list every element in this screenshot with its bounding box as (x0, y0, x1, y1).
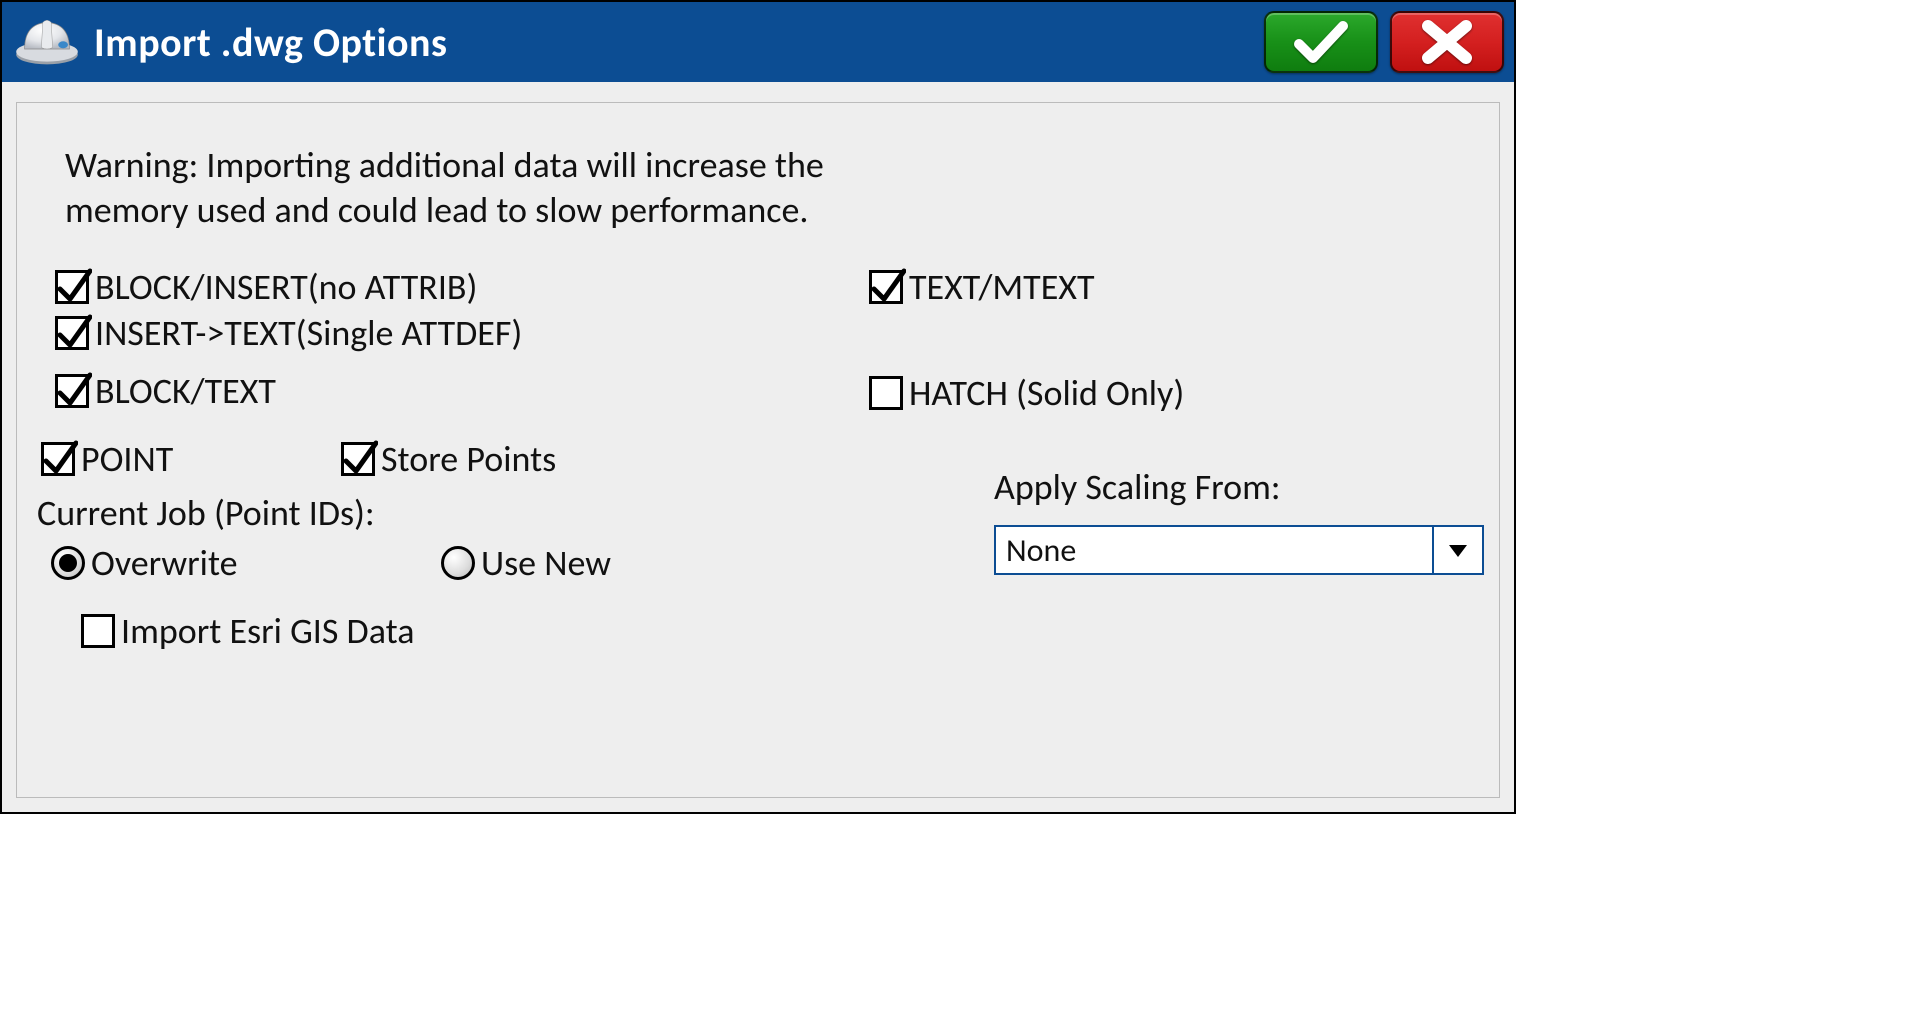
close-icon (1422, 20, 1472, 64)
checkbox-label: INSERT->TEXT(Single ATTDEF) (95, 311, 522, 355)
warning-text: Warning: Importing additional data will … (65, 143, 845, 233)
title-bar: Import .dwg Options (2, 2, 1514, 82)
checkbox-label: Store Points (381, 437, 556, 481)
radio-use-new[interactable]: Use New (441, 541, 611, 585)
ok-button[interactable] (1264, 11, 1378, 73)
checkbox-box (55, 270, 89, 304)
checkbox-label: BLOCK/INSERT(no ATTRIB) (95, 265, 477, 309)
checkbox-label: POINT (81, 437, 173, 481)
checkbox-hatch-solid-only[interactable]: HATCH (Solid Only) (869, 371, 1479, 415)
checkbox-block-text[interactable]: BLOCK/TEXT (55, 369, 859, 413)
checkbox-insert-text-single-attdef[interactable]: INSERT->TEXT(Single ATTDEF) (55, 311, 859, 355)
checkbox-box (869, 376, 903, 410)
radio-label: Use New (481, 541, 611, 585)
checkbox-import-esri-gis[interactable]: Import Esri GIS Data (81, 609, 859, 653)
checkbox-box (341, 442, 375, 476)
checkmark-icon (1293, 20, 1349, 64)
checkbox-box (41, 442, 75, 476)
checkbox-block-insert-no-attrib[interactable]: BLOCK/INSERT(no ATTRIB) (55, 265, 859, 309)
checkbox-point[interactable]: POINT (41, 437, 341, 481)
options-panel: Warning: Importing additional data will … (16, 102, 1500, 798)
radio-circle (441, 546, 475, 580)
checkbox-text-mtext[interactable]: TEXT/MTEXT (869, 265, 1479, 309)
checkbox-box (869, 270, 903, 304)
checkbox-label: TEXT/MTEXT (909, 265, 1095, 309)
dropdown-selected-value: None (996, 527, 1432, 573)
checkbox-label: HATCH (Solid Only) (909, 371, 1184, 415)
radio-circle (51, 546, 85, 580)
cancel-button[interactable] (1390, 11, 1504, 73)
content-area: Warning: Importing additional data will … (2, 82, 1514, 812)
checkbox-box (55, 374, 89, 408)
app-icon (12, 12, 82, 72)
chevron-down-icon (1447, 539, 1469, 561)
checkbox-store-points[interactable]: Store Points (341, 437, 556, 481)
checkbox-box (55, 316, 89, 350)
radio-label: Overwrite (91, 541, 238, 585)
apply-scaling-label: Apply Scaling From: (994, 465, 1479, 509)
dropdown-toggle[interactable] (1432, 527, 1482, 573)
checkbox-box (81, 614, 115, 648)
checkbox-label: Import Esri GIS Data (121, 609, 414, 653)
radio-overwrite[interactable]: Overwrite (51, 541, 441, 585)
current-job-label: Current Job (Point IDs): (37, 491, 859, 535)
checkbox-label: BLOCK/TEXT (95, 369, 276, 413)
window-title: Import .dwg Options (94, 18, 1252, 67)
apply-scaling-dropdown[interactable]: None (994, 525, 1484, 575)
